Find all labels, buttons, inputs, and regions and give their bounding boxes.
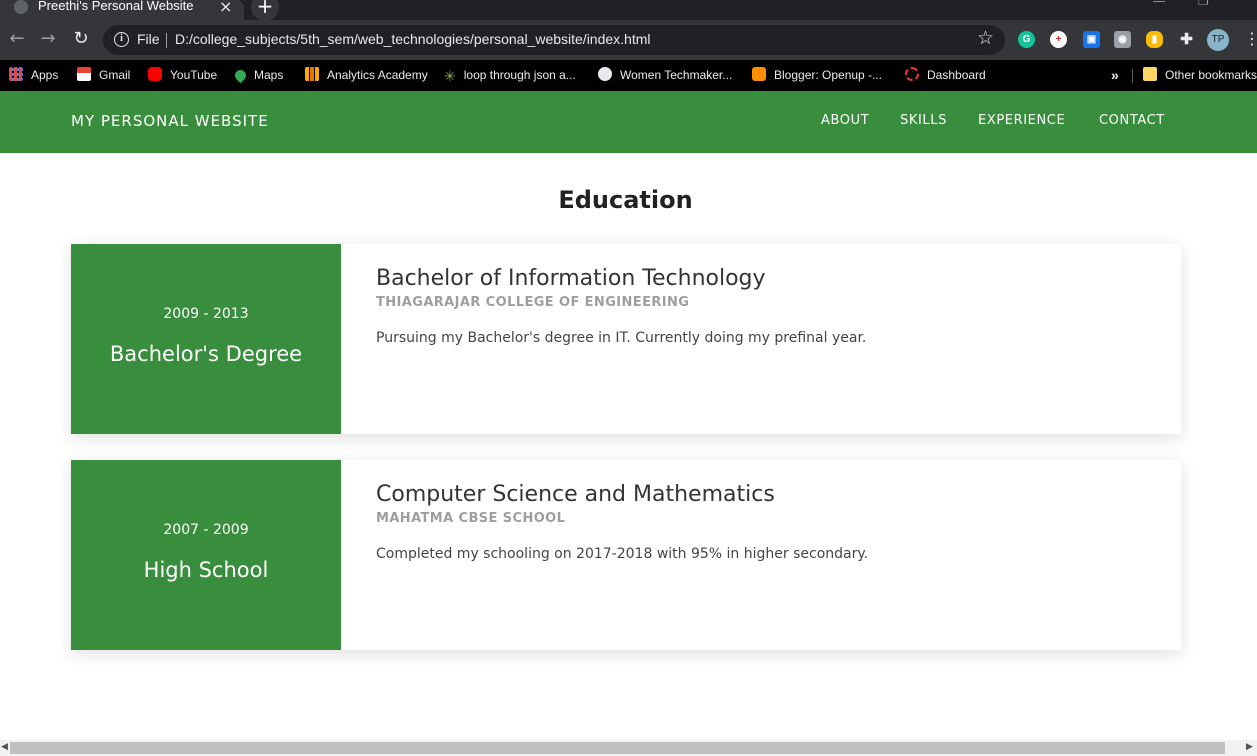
globe-favicon-icon [14, 0, 28, 14]
star-burst-icon: ✳ [444, 68, 456, 84]
doc-extension-icon[interactable]: ▣ [1083, 31, 1100, 48]
site-navbar: MY PERSONAL WEBSITE ABOUT SKILLS EXPERIE… [0, 91, 1257, 153]
puzzle-extensions-icon[interactable]: ✚ [1178, 31, 1195, 48]
bookmark-gmail[interactable]: Gmail [77, 64, 130, 86]
back-arrow-icon[interactable]: ← [6, 29, 28, 51]
education-card-side: 2007 - 2009 High School [71, 460, 341, 650]
bookmark-blogger[interactable]: Blogger: Openup -... [752, 64, 882, 86]
bookmark-loop-json[interactable]: ✳ loop through json a... [444, 64, 576, 86]
bookmark-analytics[interactable]: Analytics Academy [305, 64, 428, 86]
education-card-body: Bachelor of Information Technology THIAG… [376, 266, 1161, 346]
plus-extension-icon[interactable]: + [1050, 31, 1067, 48]
section-title-education: Education [558, 186, 693, 214]
bookmark-apps[interactable]: Apps [9, 64, 58, 86]
browser-tab[interactable]: Preethi's Personal Website × [0, 0, 244, 20]
scrollbar-thumb[interactable] [10, 742, 1225, 754]
bookmark-maps[interactable]: Maps [232, 64, 283, 86]
globe-icon [598, 67, 612, 81]
restore-icon[interactable]: ❐ [1198, 0, 1209, 8]
horizontal-scrollbar[interactable]: ◀ ▶ [0, 740, 1257, 756]
new-tab-button[interactable]: + [251, 0, 279, 21]
education-course: Bachelor of Information Technology [376, 266, 766, 291]
omnibox-divider [166, 33, 167, 48]
reload-icon[interactable]: ↻ [70, 29, 92, 51]
education-institution: THIAGARAJAR COLLEGE OF ENGINEERING [376, 295, 690, 310]
scroll-left-icon[interactable]: ◀ [1, 742, 8, 752]
nav-link-experience[interactable]: EXPERIENCE [978, 113, 1065, 128]
bookmarks-overflow-icon[interactable]: » [1111, 64, 1119, 86]
youtube-icon [148, 67, 162, 81]
analytics-icon [305, 67, 319, 81]
bookmark-youtube[interactable]: YouTube [148, 64, 217, 86]
browser-toolbar: ← → ↻ i File D:/college_subjects/5th_sem… [0, 20, 1257, 60]
gmail-icon [77, 67, 91, 81]
bookmark-dashboard[interactable]: Dashboard [905, 64, 986, 86]
url-text[interactable]: D:/college_subjects/5th_sem/web_technolo… [175, 31, 651, 47]
blogger-icon [752, 67, 766, 81]
bookmarks-bar: Apps Gmail YouTube Maps Analytics Academ… [0, 60, 1257, 91]
dropper-extension-icon[interactable]: ▮ [1146, 31, 1163, 48]
bookmark-women-techmakers[interactable]: Women Techmaker... [598, 64, 732, 86]
profile-avatar[interactable]: TP [1207, 29, 1229, 51]
nav-link-contact[interactable]: CONTACT [1099, 113, 1165, 128]
education-card: 2007 - 2009 High School Computer Science… [71, 460, 1181, 650]
tab-title: Preethi's Personal Website [38, 0, 194, 13]
bookmark-star-icon[interactable]: ☆ [977, 27, 994, 49]
dashboard-ring-icon [905, 67, 919, 81]
tab-strip: Preethi's Personal Website × + ― ❐ [0, 0, 1257, 21]
grammarly-extension-icon[interactable]: G [1018, 31, 1035, 48]
education-years: 2007 - 2009 [163, 522, 249, 538]
minimize-icon[interactable]: ― [1153, 0, 1165, 8]
site-brand[interactable]: MY PERSONAL WEBSITE [71, 112, 269, 130]
education-card: 2009 - 2013 Bachelor's Degree Bachelor o… [71, 244, 1181, 434]
education-description: Pursuing my Bachelor's degree in IT. Cur… [376, 330, 867, 346]
address-bar[interactable]: i File D:/college_subjects/5th_sem/web_t… [103, 25, 1005, 55]
folder-icon [1143, 67, 1157, 81]
nav-link-skills[interactable]: SKILLS [900, 113, 947, 128]
apps-grid-icon [9, 67, 23, 81]
tab-close-icon[interactable]: × [219, 0, 232, 16]
bookmarks-divider [1132, 69, 1133, 83]
maps-pin-icon [232, 67, 249, 84]
education-level: High School [143, 558, 269, 582]
education-level: Bachelor's Degree [109, 342, 303, 366]
menu-kebab-icon[interactable]: ⋮ [1244, 29, 1257, 48]
nav-link-about[interactable]: ABOUT [821, 113, 869, 128]
camera-extension-icon[interactable]: ◉ [1114, 31, 1131, 48]
info-icon[interactable]: i [114, 32, 129, 47]
other-bookmarks[interactable]: Other bookmarks [1143, 64, 1257, 86]
education-years: 2009 - 2013 [163, 306, 249, 322]
scroll-right-icon[interactable]: ▶ [1246, 742, 1253, 752]
education-card-side: 2009 - 2013 Bachelor's Degree [71, 244, 341, 434]
education-card-body: Computer Science and Mathematics MAHATMA… [376, 482, 1161, 562]
forward-arrow-icon[interactable]: → [37, 29, 59, 51]
education-course: Computer Science and Mathematics [376, 482, 775, 507]
education-institution: MAHATMA CBSE SCHOOL [376, 511, 566, 526]
education-description: Completed my schooling on 2017-2018 with… [376, 546, 869, 562]
scheme-label: File [137, 31, 160, 47]
